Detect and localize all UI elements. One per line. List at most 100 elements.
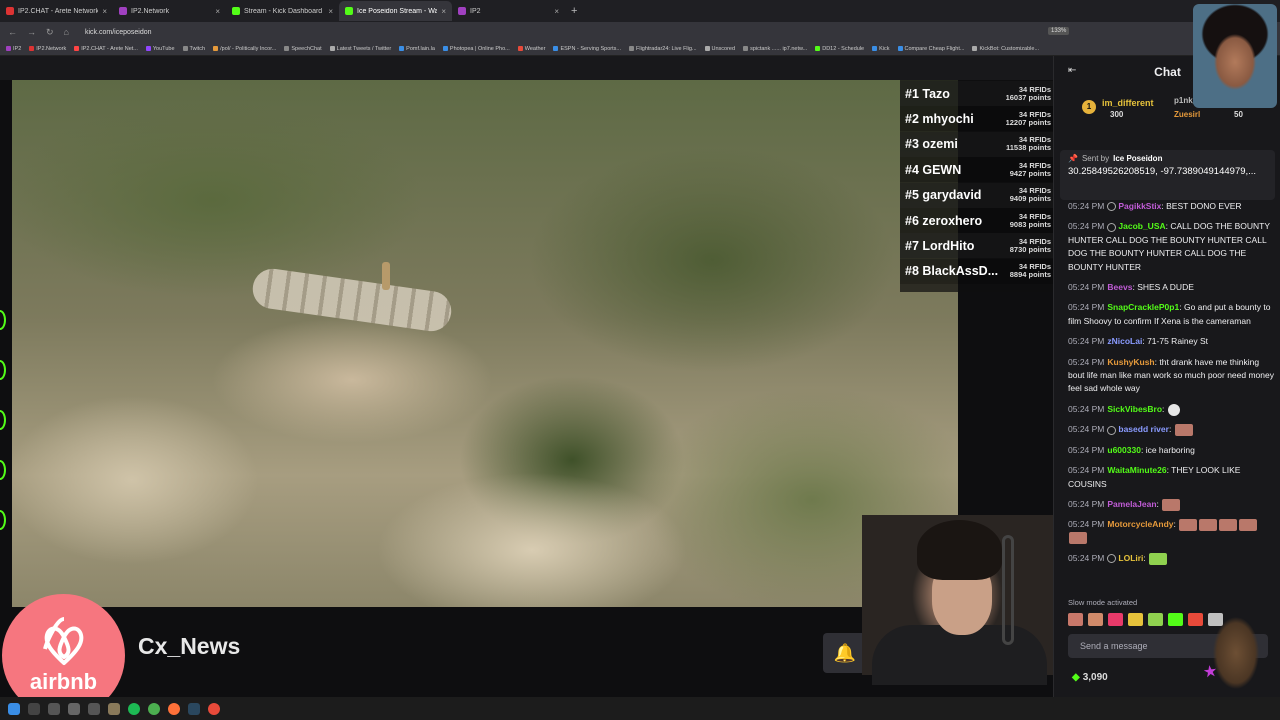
bookmark-item[interactable]: Weather xyxy=(517,46,545,52)
obs-icon[interactable] xyxy=(208,702,220,715)
bookmark-item[interactable]: /pol/ - Politically Incor... xyxy=(213,46,276,52)
message-username[interactable]: SickVibesBro xyxy=(1107,404,1162,414)
bookmark-item[interactable]: ESPN - Serving Sports... xyxy=(553,46,621,52)
emote-icon[interactable] xyxy=(1128,613,1143,626)
message-username[interactable]: LOLiri xyxy=(1118,553,1143,563)
leaderboard-stats: 34 RFIDs 8730 points xyxy=(1001,237,1053,254)
tab-close-icon[interactable]: × xyxy=(215,7,220,16)
bookmark-item[interactable]: IP2.Network xyxy=(29,46,66,52)
tab-close-icon[interactable]: × xyxy=(328,7,333,16)
chat-message: 05:24 PM PagikkStix: BEST DONO EVER xyxy=(1068,201,1242,212)
user-badge-icon xyxy=(1107,222,1117,232)
leaderboard-name: #8 BlackAssD... xyxy=(905,264,999,279)
chrome-icon[interactable] xyxy=(148,702,160,715)
emote-icon[interactable] xyxy=(1088,613,1103,626)
windows-start-icon[interactable] xyxy=(8,702,20,715)
browser-tab[interactable]: Stream - Kick Dashboard × xyxy=(226,1,339,21)
bookmark-item[interactable]: KickBot: Customizable... xyxy=(972,46,1039,52)
emote-icon xyxy=(1179,519,1198,532)
tab-close-icon[interactable]: × xyxy=(441,7,446,16)
bookmark-favicon-icon xyxy=(743,46,749,51)
app-icon[interactable] xyxy=(68,702,80,715)
emote-icon[interactable] xyxy=(1168,613,1183,626)
channel-points[interactable]: ◆ 3,090 xyxy=(1072,672,1108,683)
browser-tab-active[interactable]: Ice Poseidon Stream - Wa × xyxy=(339,1,452,21)
bookmark-item[interactable]: YouTube xyxy=(145,45,175,52)
notification-bell-button[interactable]: 🔔 xyxy=(823,633,867,673)
bookmark-item[interactable]: Compare Cheap Flight... xyxy=(897,46,964,52)
bell-icon: 🔔 xyxy=(833,642,857,663)
channel-name[interactable]: Cx_News xyxy=(138,633,240,660)
message-timestamp: 05:24 PM xyxy=(1068,356,1105,367)
bookmark-item[interactable]: Flightradar24: Live Flig... xyxy=(628,46,697,52)
message-timestamp: 05:24 PM xyxy=(1068,221,1105,232)
gifter-count: 300 xyxy=(1110,110,1124,119)
user-badge-icon xyxy=(1107,425,1117,435)
bookmark-favicon-icon xyxy=(815,46,821,51)
bookmark-favicon-icon xyxy=(213,46,219,51)
bookmark-item[interactable]: IP2 xyxy=(6,46,21,52)
steam-icon[interactable] xyxy=(188,702,200,715)
user-badge-icon xyxy=(1107,554,1117,564)
message-username[interactable]: WaitaMinute26 xyxy=(1107,465,1166,475)
emote-icon xyxy=(1219,519,1238,532)
bookmark-item[interactable]: Unscored xyxy=(704,46,735,52)
pinned-owner[interactable]: Ice Poseidon xyxy=(1113,154,1162,163)
points-icon: ◆ xyxy=(1072,672,1080,683)
tab-favicon-icon xyxy=(232,7,240,15)
message-username[interactable]: u600330 xyxy=(1107,445,1141,455)
files-icon[interactable] xyxy=(48,702,60,715)
leaderboard-points: 8894 points xyxy=(1009,270,1051,280)
url-field[interactable]: kick.com/iceposeidon xyxy=(85,29,152,36)
message-username[interactable]: SnapCrackleP0p1 xyxy=(1107,302,1179,312)
firefox-icon[interactable] xyxy=(168,702,180,715)
airbnb-logo-icon xyxy=(42,616,83,665)
browser-tab[interactable]: IP2.CHAT - Arete Network × xyxy=(0,1,113,21)
message-username[interactable]: MotorcycleAndy xyxy=(1107,519,1173,529)
bookmark-item[interactable]: SpeechChat xyxy=(284,46,322,52)
message-username[interactable]: Jacob_USA xyxy=(1118,221,1165,231)
bookmark-item[interactable]: Kick xyxy=(872,46,890,52)
tab-close-icon[interactable]: × xyxy=(554,7,559,16)
bookmark-item[interactable]: Pomf.lain.la xyxy=(399,46,435,52)
message-username[interactable]: basedd river xyxy=(1118,424,1169,434)
app-icon[interactable] xyxy=(108,702,120,715)
forward-icon[interactable]: → xyxy=(27,27,36,38)
bookmark-item[interactable]: Twitch xyxy=(182,46,205,52)
home-icon[interactable]: ⌂ xyxy=(64,27,69,38)
browser-tab[interactable]: IP2.Network × xyxy=(113,1,226,21)
emote-icon[interactable] xyxy=(1108,613,1123,626)
gifter-name[interactable]: im_different xyxy=(1102,98,1154,108)
chat-message: 05:24 PM Beevs: SHES A DUDE xyxy=(1068,282,1194,293)
search-icon[interactable] xyxy=(28,702,40,715)
bookmark-item[interactable]: spictank ...... ip7.netw... xyxy=(743,46,807,52)
message-username[interactable]: zNicoLai xyxy=(1107,336,1142,346)
zoom-badge[interactable]: 133% xyxy=(1048,27,1070,35)
browser-tab[interactable]: IP2 × xyxy=(452,1,565,21)
os-taskbar xyxy=(0,697,1280,720)
message-username[interactable]: PagikkStix xyxy=(1118,201,1161,211)
message-username[interactable]: KushyKush xyxy=(1107,357,1154,367)
spotify-icon[interactable] xyxy=(128,702,140,715)
bookmark-item[interactable]: DD12 - Schedule xyxy=(815,46,864,52)
reload-icon[interactable]: ↻ xyxy=(46,27,54,38)
emote-icon[interactable] xyxy=(1068,613,1083,626)
bookmark-favicon-icon xyxy=(553,46,559,51)
bookmark-item[interactable]: Photopea | Online Pho... xyxy=(442,46,510,52)
bookmark-item[interactable]: IP2.CHAT - Arete Net... xyxy=(74,46,138,52)
app-icon[interactable] xyxy=(88,702,100,715)
message-username[interactable]: Beevs xyxy=(1107,282,1132,292)
tab-close-icon[interactable]: × xyxy=(102,7,107,16)
bookmark-label: YouTube xyxy=(152,45,175,52)
message-username[interactable]: PamelaJean xyxy=(1107,499,1156,509)
message-text: 71-75 Rainey St xyxy=(1147,336,1209,347)
pinned-message[interactable]: 📌 Sent by Ice Poseidon 30.25849526208519… xyxy=(1060,150,1275,200)
bookmark-item[interactable]: Latest Tweets / Twitter xyxy=(329,46,391,52)
stream-video[interactable] xyxy=(12,80,958,607)
new-tab-button[interactable]: + xyxy=(565,5,583,17)
back-icon[interactable]: ← xyxy=(8,27,17,38)
gifter-name[interactable]: Zuesirl xyxy=(1174,110,1200,119)
emote-icon[interactable] xyxy=(1148,613,1163,626)
emote-icon xyxy=(1162,498,1181,511)
leaderboard-stats: 34 RFIDs 12207 points xyxy=(1001,110,1053,127)
